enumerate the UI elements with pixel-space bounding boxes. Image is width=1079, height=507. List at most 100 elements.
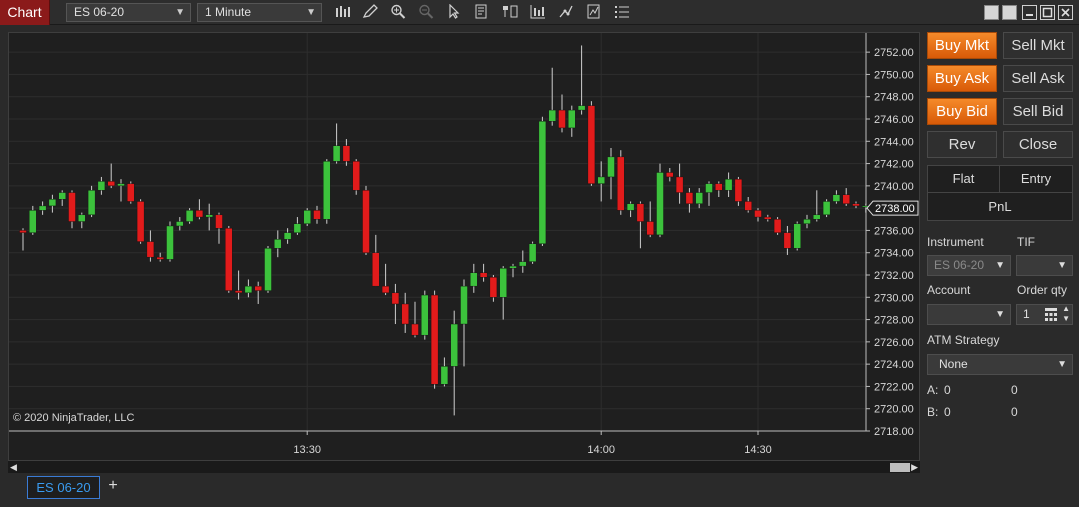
a-value-1: 0 [944, 383, 951, 397]
candle-up [548, 109, 556, 122]
candle-up [803, 219, 811, 224]
candle-down [842, 194, 850, 204]
tif-label: TIF [1017, 235, 1035, 249]
y-tick-label: 2752.00 [874, 47, 914, 59]
interval-selector-value: 1 Minute [205, 5, 252, 19]
list-icon[interactable] [613, 4, 631, 21]
buy-bid-button[interactable]: Buy Bid [927, 98, 997, 125]
y-tick-label: 2724.00 [874, 359, 914, 371]
y-tick-label: 2746.00 [874, 114, 914, 126]
candle-up [705, 183, 713, 193]
candle-down [558, 109, 566, 129]
candle-up [87, 190, 96, 216]
candle-up [185, 210, 194, 222]
x-tick-label: 13:30 [293, 444, 321, 456]
a-label: A: [927, 383, 939, 397]
candle-up [450, 323, 458, 367]
candle-up [293, 223, 302, 233]
sell-bid-button[interactable]: Sell Bid [1003, 98, 1073, 125]
candle-up [519, 261, 527, 267]
chart-window-tab[interactable]: Chart [0, 0, 50, 25]
y-tick-label: 2722.00 [874, 381, 914, 393]
horizontal-scrollbar[interactable]: ◀ ▶ [8, 460, 920, 473]
close-icon[interactable] [1058, 5, 1073, 20]
candle-down [107, 181, 115, 187]
candle-down [675, 176, 684, 193]
atm-strategy-value: None [939, 357, 968, 371]
account-dropdown[interactable]: ▼ [927, 304, 1011, 325]
chevron-down-icon: ▼ [1057, 359, 1067, 370]
candle-down [68, 192, 76, 222]
chart-trader-icon[interactable] [585, 4, 603, 21]
qty-spin-icon[interactable]: ▲ ▼ [1062, 304, 1070, 324]
candle-down [372, 252, 380, 287]
candle-up [205, 214, 213, 218]
close-position-button[interactable]: Close [1003, 131, 1073, 158]
y-tick-label: 2728.00 [874, 315, 914, 327]
price-chart[interactable]: 2752.00 2750.00 2748.00 2746.00 2744.00 2742.… [8, 32, 920, 472]
candle-down [764, 216, 772, 220]
zoom-out-icon[interactable] [417, 4, 435, 21]
candle-up [597, 176, 605, 184]
candle-up [568, 109, 576, 129]
candle-down [254, 285, 262, 291]
candle-down [156, 256, 164, 260]
candle-down [666, 172, 674, 178]
copyright-text: © 2020 NinjaTrader, LLC [13, 412, 135, 424]
scrollbar-thumb[interactable] [890, 463, 910, 472]
strategies-icon[interactable] [529, 4, 547, 21]
b-label: B: [927, 405, 939, 419]
candle-up [509, 265, 517, 269]
y-tick-label: 2736.00 [874, 225, 914, 237]
zoom-in-icon[interactable] [389, 4, 407, 21]
minimize-icon[interactable] [1022, 5, 1037, 20]
scroll-left-icon[interactable]: ◀ [10, 462, 17, 473]
candle-up [656, 172, 664, 236]
candle-up [323, 161, 331, 220]
a-value-2: 0 [1011, 383, 1018, 397]
title-bar: Chart ES 06-20 ▼ 1 Minute ▼ [0, 0, 1079, 25]
candle-down [852, 203, 860, 207]
y-tick-label: 2748.00 [874, 92, 914, 104]
tif-dropdown[interactable]: ▼ [1016, 255, 1073, 276]
maximize-icon[interactable] [1040, 5, 1055, 20]
pointer-icon[interactable] [445, 3, 463, 21]
candle-down [225, 227, 233, 291]
pin-icon[interactable] [1002, 5, 1017, 20]
candle-up [695, 192, 703, 204]
calculator-icon[interactable] [1045, 308, 1057, 321]
candle-down [489, 277, 498, 298]
candle-down [195, 210, 204, 218]
add-tab-button[interactable]: + [104, 476, 122, 498]
y-tick-label: 2734.00 [874, 248, 914, 260]
instrument-tab[interactable]: ES 06-20 [27, 476, 100, 499]
bar-type-icon[interactable] [334, 4, 352, 21]
order-qty-stepper[interactable]: 1 ▲ ▼ [1016, 304, 1073, 325]
y-tick-label: 2730.00 [874, 292, 914, 304]
candle-down [754, 210, 762, 218]
data-box-icon[interactable] [473, 4, 491, 21]
candle-up [264, 248, 272, 291]
candle-down [430, 294, 439, 385]
sell-ask-button[interactable]: Sell Ask [1003, 65, 1073, 92]
atm-strategy-dropdown[interactable]: None ▼ [927, 354, 1073, 375]
chevron-down-icon: ▼ [995, 260, 1005, 271]
restore-icon[interactable] [984, 5, 999, 20]
candle-down [391, 292, 400, 305]
scroll-right-icon[interactable]: ▶ [911, 462, 918, 473]
buy-market-button[interactable]: Buy Mkt [927, 32, 997, 59]
buy-ask-button[interactable]: Buy Ask [927, 65, 997, 92]
sell-market-button[interactable]: Sell Mkt [1003, 32, 1073, 59]
candle-up [38, 205, 47, 211]
drawing-pencil-icon[interactable] [361, 4, 379, 21]
candle-up [303, 210, 311, 224]
properties-icon[interactable] [557, 4, 575, 21]
indicators-icon[interactable] [501, 4, 519, 21]
instrument-selector[interactable]: ES 06-20 ▼ [66, 3, 191, 22]
candle-down [381, 285, 390, 294]
candlestick-chart[interactable]: 2752.00 2750.00 2748.00 2746.00 2744.00 2742.… [9, 33, 921, 461]
candle-down [715, 183, 723, 191]
interval-selector[interactable]: 1 Minute ▼ [197, 3, 322, 22]
reverse-button[interactable]: Rev [927, 131, 997, 158]
candle-down [215, 214, 223, 229]
